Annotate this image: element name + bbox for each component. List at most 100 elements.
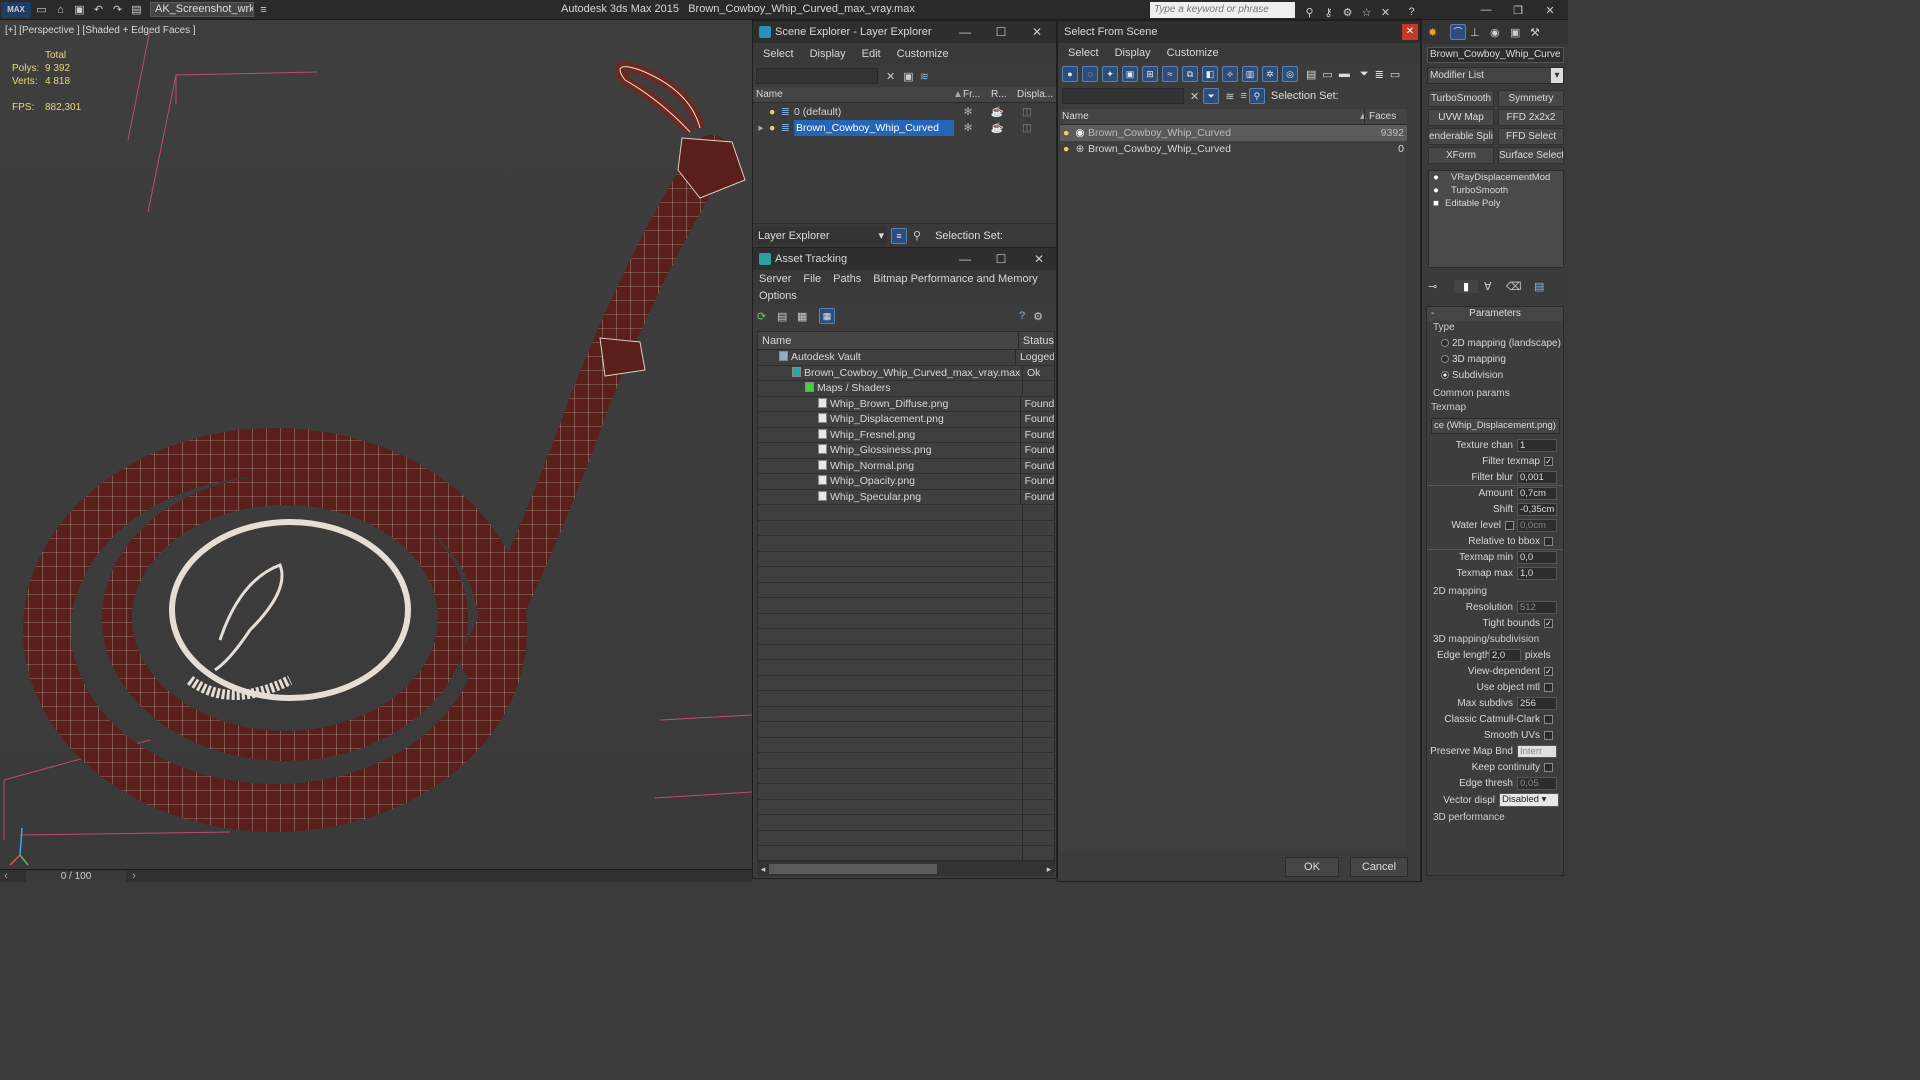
param-spinner[interactable]: 0,7cm bbox=[1517, 487, 1557, 500]
layer-tools-icon[interactable]: ≋ bbox=[920, 70, 929, 83]
column-name[interactable]: Name bbox=[753, 87, 953, 103]
save-file-icon[interactable]: ▣ bbox=[71, 2, 88, 18]
tight-bounds-checkbox[interactable]: ✓ bbox=[1544, 618, 1553, 628]
table-view-icon[interactable]: ▦ bbox=[819, 308, 835, 324]
menu-paths[interactable]: Paths bbox=[833, 273, 861, 285]
asset-row[interactable]: Autodesk Vault Logged bbox=[758, 349, 1054, 366]
help-icon[interactable]: ? bbox=[1019, 310, 1025, 322]
modifier-set-button[interactable]: Symmetry bbox=[1498, 90, 1564, 107]
asset-row[interactable]: Whip_Displacement.png Found bbox=[758, 411, 1054, 428]
favorites-star-icon[interactable]: ☆ bbox=[1358, 4, 1375, 20]
filter-active-icon[interactable]: ⏷ bbox=[1203, 88, 1220, 104]
type-3d-mapping[interactable]: 3D mapping bbox=[1427, 351, 1563, 367]
expand-arrow-icon[interactable]: ▸ bbox=[753, 120, 769, 136]
filter-options-icon[interactable]: ▣ bbox=[903, 70, 913, 83]
app-logo-icon[interactable]: MAX bbox=[1, 1, 31, 18]
hierarchy-tab-icon[interactable]: ⊥ bbox=[1470, 26, 1490, 39]
preserve-map-dropdown[interactable]: Interr bbox=[1517, 744, 1557, 758]
freeze-snowflake-icon[interactable]: ✻ bbox=[954, 104, 982, 120]
type-subdivision[interactable]: Subdivision bbox=[1427, 367, 1563, 383]
display-mode-icon[interactable]: ◫ bbox=[1012, 104, 1042, 120]
scroll-right-icon[interactable]: ▸ bbox=[1043, 864, 1055, 875]
menu-bitmap-performance[interactable]: Bitmap Performance and Memory bbox=[873, 273, 1037, 285]
menu-edit[interactable]: Edit bbox=[862, 48, 881, 60]
freeze-snowflake-icon[interactable]: ✻ bbox=[954, 120, 982, 136]
select-from-scene-titlebar[interactable]: Select From Scene ✕ bbox=[1058, 21, 1420, 43]
modifier-set-button[interactable]: FFD 2x2x2 bbox=[1498, 109, 1564, 126]
collapse-minus-icon[interactable]: - bbox=[1431, 307, 1434, 321]
object-name-field[interactable]: Brown_Cowboy_Whip_Curve bbox=[1427, 47, 1564, 63]
scene-filter-input[interactable] bbox=[756, 68, 878, 84]
project-folder-icon[interactable]: ▤ bbox=[128, 2, 145, 18]
modifier-set-button[interactable]: UVW Map bbox=[1428, 109, 1494, 126]
modifier-list-dropdown[interactable]: Modifier List ▾ bbox=[1427, 67, 1564, 84]
asset-row[interactable]: Whip_Normal.png Found bbox=[758, 457, 1054, 474]
display-mode-icon[interactable]: ◫ bbox=[1012, 120, 1042, 136]
object-row-selected[interactable]: ● ◉ Brown_Cowboy_Whip_Curved 9392 bbox=[1060, 125, 1407, 141]
thumbnail-view-icon[interactable]: ▦ bbox=[797, 310, 817, 323]
key-icon[interactable]: ⚷ bbox=[1320, 4, 1337, 20]
pin-stack-icon[interactable]: ⊸ bbox=[1428, 280, 1454, 293]
param-spinner[interactable]: 0,001 bbox=[1517, 470, 1557, 484]
select-filter-input[interactable] bbox=[1062, 88, 1184, 104]
modifier-set-button[interactable]: TurboSmooth bbox=[1428, 90, 1494, 107]
show-end-result-icon[interactable]: ▮ bbox=[1454, 279, 1478, 293]
param-spinner[interactable]: 1 bbox=[1517, 438, 1557, 452]
exchange-icon[interactable]: ✕ bbox=[1377, 4, 1394, 20]
light-bulb-icon[interactable]: ● bbox=[769, 120, 781, 136]
filter-frozen-icon[interactable]: ✲ bbox=[1262, 66, 1278, 82]
light-bulb-icon[interactable]: ● bbox=[1060, 141, 1072, 157]
asset-horizontal-scrollbar[interactable]: ◂ ▸ bbox=[757, 862, 1055, 876]
filter-hidden-icon[interactable]: ◎ bbox=[1282, 66, 1298, 82]
binoculars-icon[interactable]: ⚲ bbox=[1301, 4, 1318, 20]
object-row[interactable]: ● ⊕ Brown_Cowboy_Whip_Curved 0 bbox=[1060, 141, 1407, 157]
modify-tab-icon[interactable]: ⌒ bbox=[1450, 24, 1466, 40]
new-file-icon[interactable]: ▭ bbox=[33, 2, 50, 18]
asset-row[interactable]: Whip_Specular.png Found bbox=[758, 488, 1054, 505]
workspace-menu-icon[interactable]: ≡ bbox=[255, 2, 272, 18]
time-prev-icon[interactable]: ‹ bbox=[0, 870, 12, 882]
perspective-viewport[interactable]: [+] [Perspective ] [Shaded + Edged Faces… bbox=[0, 20, 752, 870]
smooth-uvs-checkbox[interactable] bbox=[1544, 730, 1553, 740]
workspace-dropdown[interactable]: AK_Screenshot_wrksp ▾ bbox=[150, 2, 254, 17]
param-spinner[interactable]: 1,0 bbox=[1517, 566, 1557, 580]
modifier-set-button[interactable]: Surface Select bbox=[1498, 147, 1564, 164]
column-freeze[interactable]: Fr... bbox=[959, 87, 987, 103]
view-dependent-checkbox[interactable]: ✓ bbox=[1544, 666, 1553, 676]
param-spinner[interactable]: -0,35cm bbox=[1517, 502, 1557, 516]
layer-row-whip[interactable]: ▸ ● ≣ Brown_Cowboy_Whip_Curved ✻ ☕ ◫ bbox=[753, 120, 1056, 136]
column-name[interactable]: Name bbox=[758, 331, 1019, 350]
menu-display[interactable]: Display bbox=[1115, 47, 1151, 59]
filter-bones-icon[interactable]: ⟡ bbox=[1222, 66, 1238, 82]
cancel-button[interactable]: Cancel bbox=[1350, 857, 1408, 877]
hierarchy-filter-icon[interactable]: ≣ bbox=[1375, 68, 1384, 81]
scroll-left-icon[interactable]: ◂ bbox=[757, 864, 769, 875]
motion-tab-icon[interactable]: ◉ bbox=[1490, 26, 1510, 39]
column-display[interactable]: Displa... bbox=[1013, 87, 1053, 103]
resolution-spinner[interactable]: 512 bbox=[1517, 600, 1557, 614]
param-spinner[interactable]: 0,0 bbox=[1517, 551, 1557, 564]
ok-button[interactable]: OK bbox=[1285, 857, 1339, 877]
filter-lights-icon[interactable]: ✦ bbox=[1102, 66, 1118, 82]
minimize-icon[interactable]: — bbox=[1471, 2, 1501, 18]
make-unique-icon[interactable]: ∀ bbox=[1484, 280, 1506, 293]
collapse-icon[interactable]: ▭ bbox=[1390, 68, 1400, 81]
water-level-checkbox[interactable] bbox=[1505, 520, 1514, 530]
hierarchy-icon[interactable]: ≡ bbox=[1240, 90, 1246, 102]
close-icon[interactable]: ✕ bbox=[1028, 21, 1046, 43]
expand-plus-icon[interactable]: ■ bbox=[1429, 197, 1443, 210]
help-search-input[interactable]: Type a keyword or phrase bbox=[1150, 2, 1295, 18]
menu-server[interactable]: Server bbox=[759, 273, 791, 285]
create-tab-icon[interactable]: ✸ bbox=[1428, 26, 1448, 39]
display-tab-icon[interactable]: ▣ bbox=[1510, 26, 1530, 39]
parameters-rollout-header[interactable]: - Parameters bbox=[1427, 307, 1563, 321]
edge-length-spinner[interactable]: 2,0 bbox=[1489, 648, 1521, 662]
time-slider[interactable]: ‹ 0 / 100 › bbox=[0, 869, 752, 882]
catmull-clark-checkbox[interactable] bbox=[1544, 714, 1553, 724]
refresh-icon[interactable]: ⟳ bbox=[757, 310, 777, 323]
filter-funnel-icon[interactable]: ⏷ bbox=[1360, 68, 1369, 81]
vector-displ-dropdown[interactable]: Disabled ▾ bbox=[1499, 793, 1559, 807]
filter-spacewarps-icon[interactable]: ≈ bbox=[1162, 66, 1178, 82]
stack-item-editable-poly[interactable]: ■ Editable Poly bbox=[1429, 197, 1563, 210]
column-status[interactable]: Status bbox=[1019, 332, 1054, 350]
